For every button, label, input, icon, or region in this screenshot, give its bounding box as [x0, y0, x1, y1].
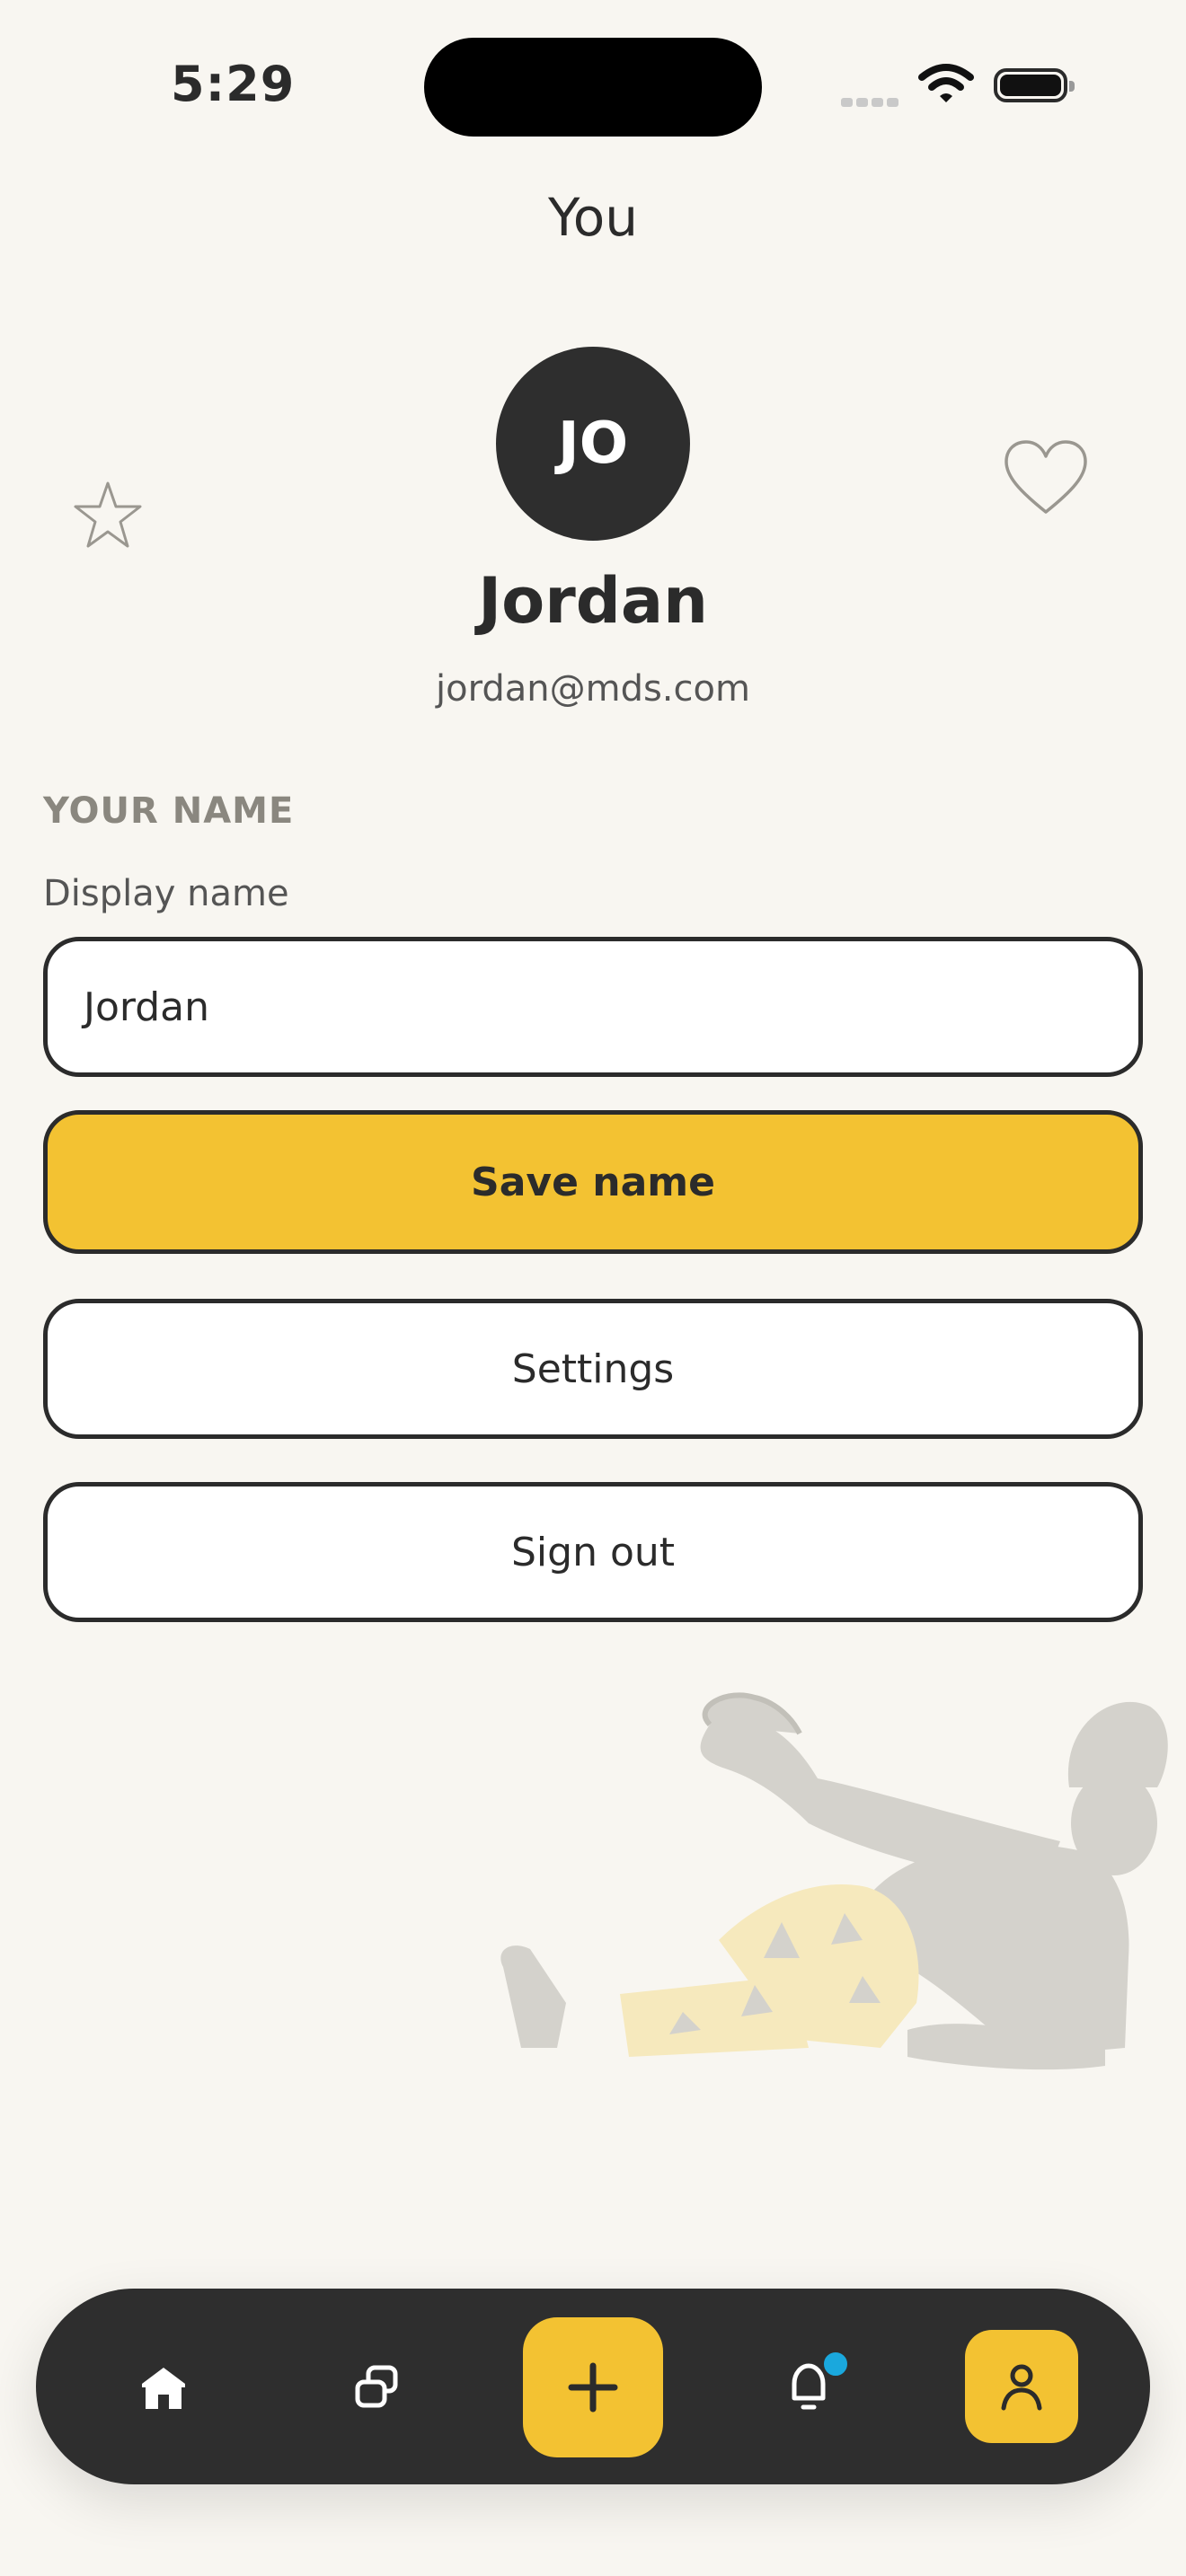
settings-label: Settings — [511, 1345, 675, 1392]
page-title: You — [548, 187, 638, 248]
star-icon — [74, 481, 142, 548]
collections-icon — [355, 2365, 398, 2408]
home-icon — [142, 2368, 185, 2409]
battery-icon — [994, 68, 1075, 102]
nav-home[interactable] — [101, 2325, 226, 2450]
status-time: 5:29 — [171, 56, 296, 112]
heart-icon — [1005, 440, 1087, 514]
section-label-your-name: YOUR NAME — [43, 790, 295, 832]
save-name-button[interactable]: Save name — [43, 1110, 1143, 1254]
profile-name: Jordan — [478, 564, 708, 638]
settings-button[interactable]: Settings — [43, 1299, 1143, 1439]
nav-collections[interactable] — [314, 2325, 440, 2450]
avatar: JO — [496, 347, 690, 541]
plus-icon — [568, 2362, 618, 2413]
display-name-label: Display name — [43, 873, 289, 914]
display-name-value: Jordan — [84, 984, 209, 1030]
reclining-person-illustration — [500, 1692, 1168, 2070]
nav-profile[interactable] — [965, 2330, 1078, 2443]
dynamic-island — [424, 38, 762, 137]
notification-badge — [821, 2350, 850, 2378]
display-name-input[interactable]: Jordan — [43, 937, 1143, 1077]
wifi-icon — [918, 64, 974, 102]
nav-notifications[interactable] — [746, 2325, 872, 2450]
save-name-label: Save name — [471, 1159, 715, 1205]
profile-icon — [1001, 2364, 1042, 2411]
cellular-signal-icon — [841, 93, 902, 110]
sign-out-label: Sign out — [510, 1529, 675, 1575]
profile-email: jordan@mds.com — [436, 668, 750, 710]
sign-out-button[interactable]: Sign out — [43, 1482, 1143, 1622]
create-button[interactable] — [523, 2317, 663, 2457]
